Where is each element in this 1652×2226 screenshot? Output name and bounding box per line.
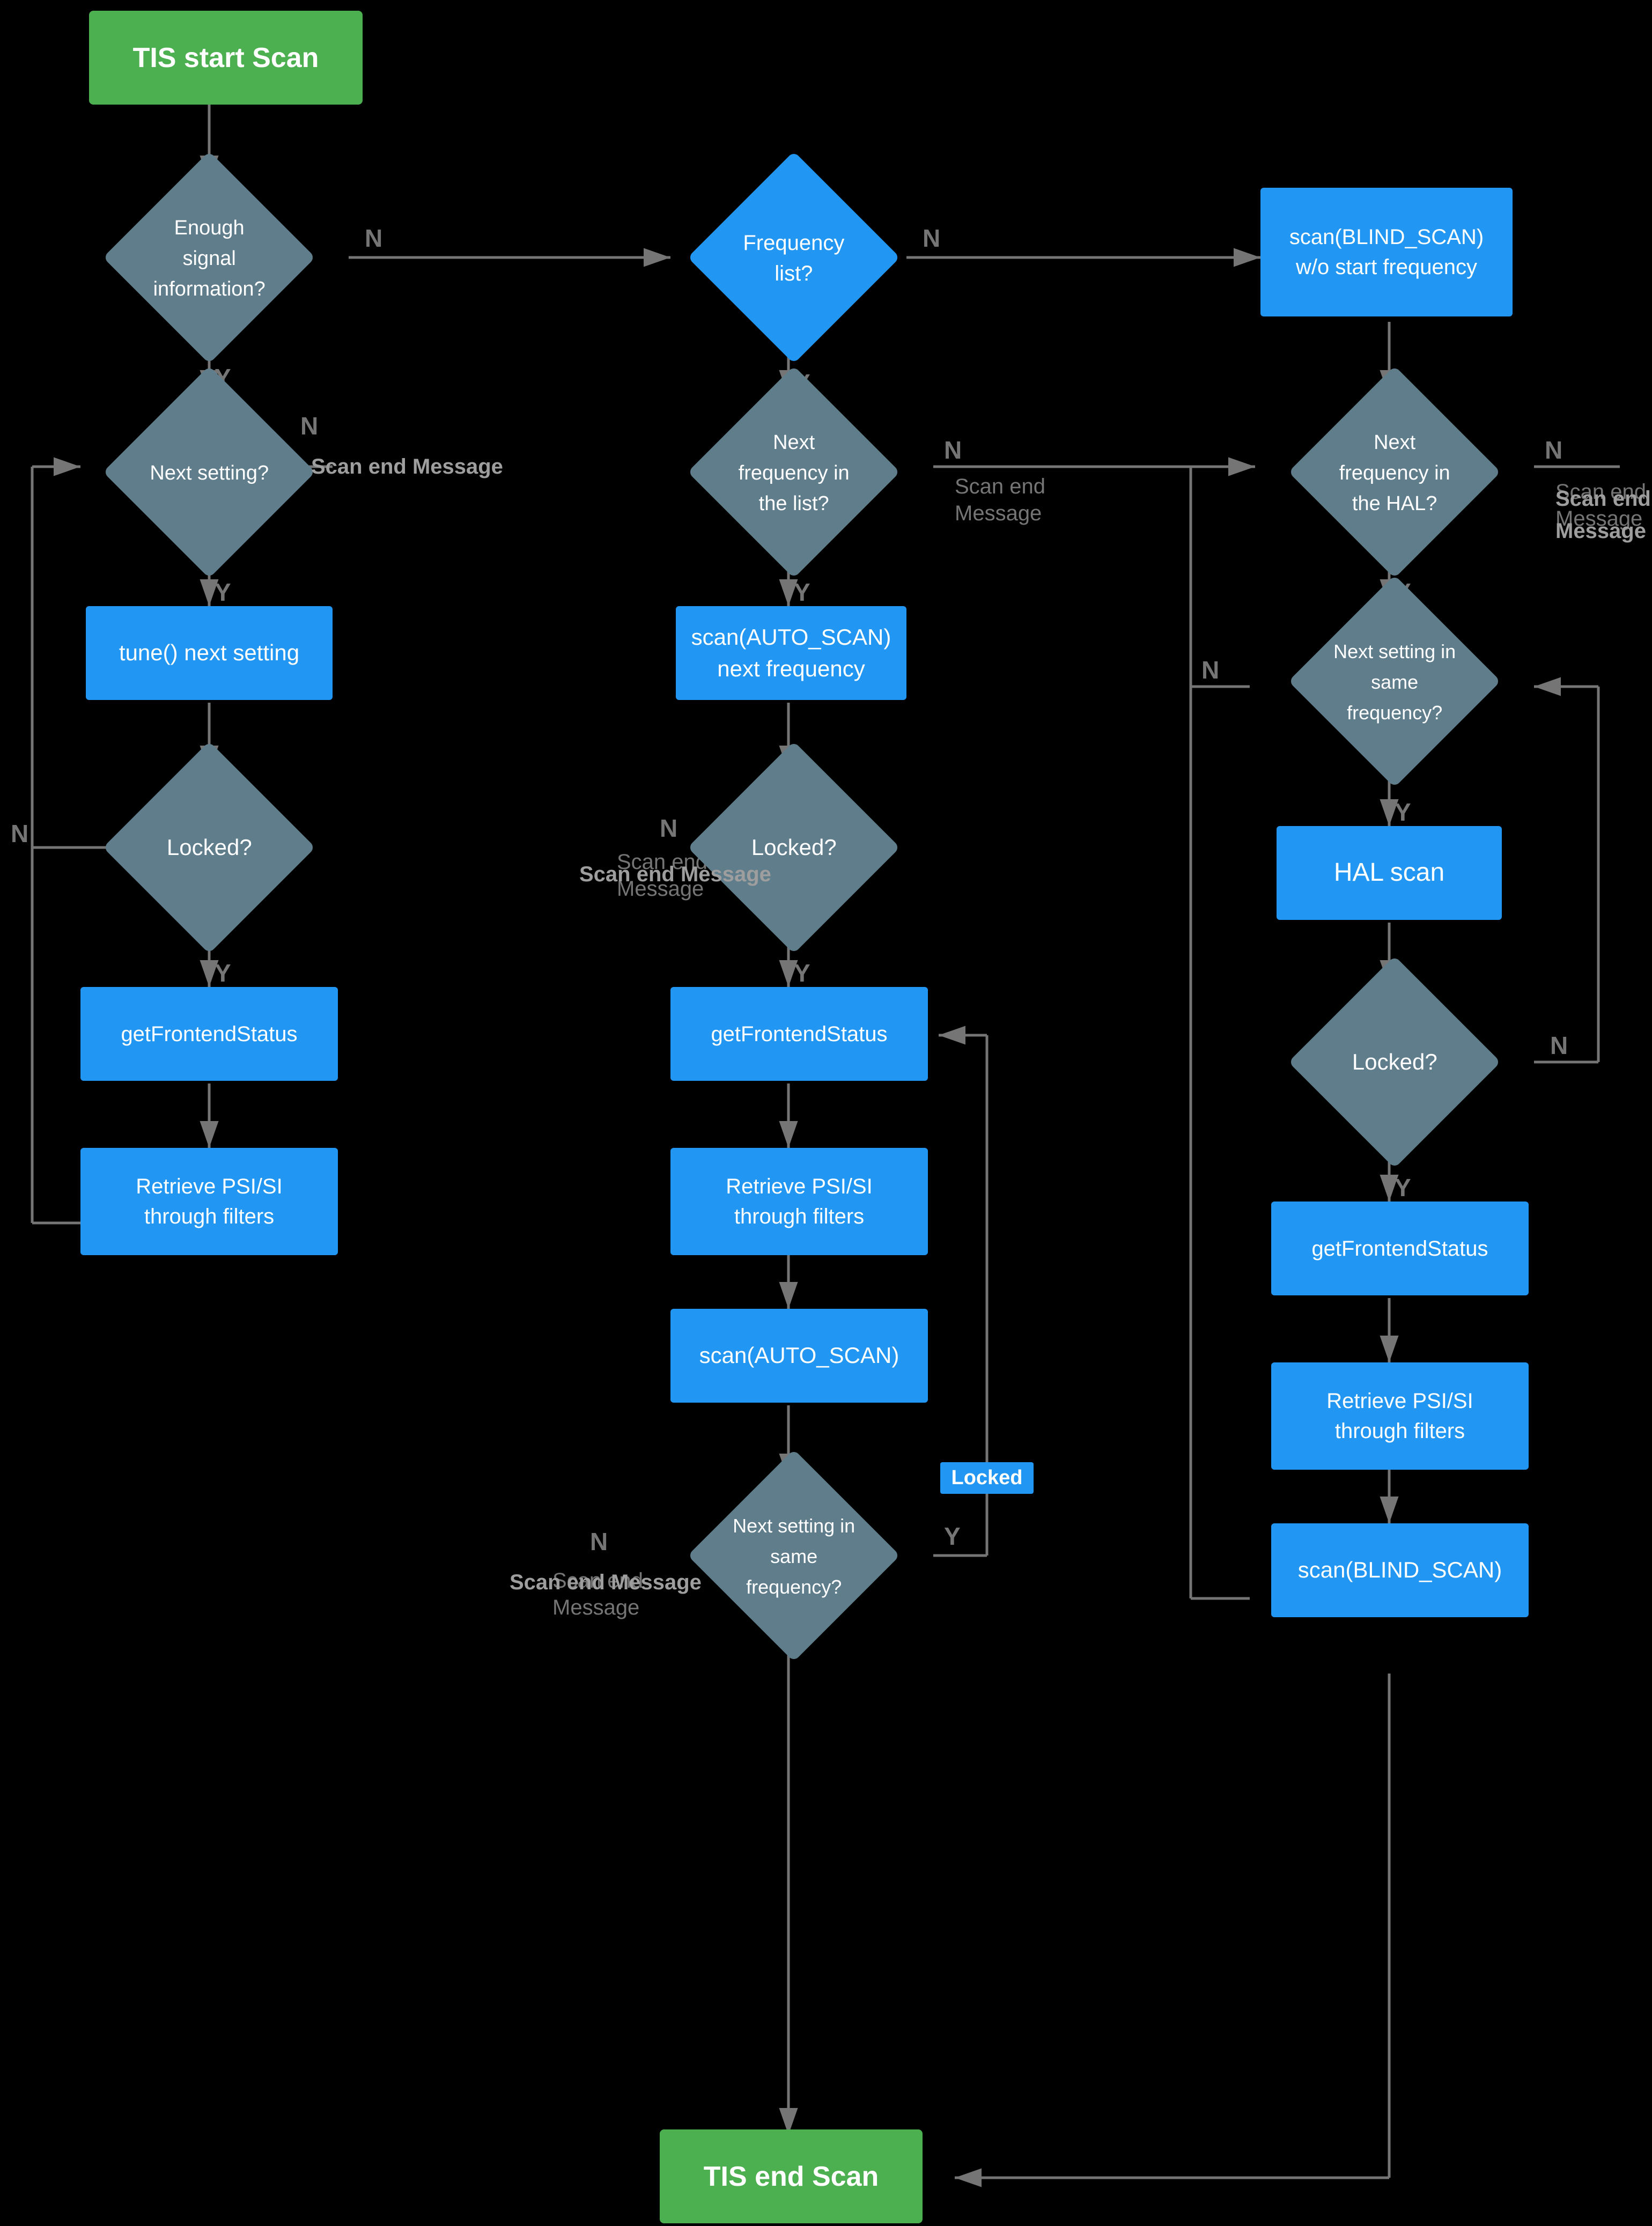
enough-signal-diamond: Enough signal information? [134,182,284,333]
scan-auto2-label: scan(AUTO_SCAN) [699,1341,899,1370]
svg-text:Scan end: Scan end [955,475,1045,498]
retrieve-psi3-label: Retrieve PSI/SI through filters [1290,1386,1509,1446]
get-frontend3-node: getFrontendStatus [1271,1202,1529,1295]
svg-text:N: N [1545,436,1562,464]
get-frontend3-label: getFrontendStatus [1311,1235,1488,1263]
next-setting-same-freq-hal-label: Next setting in same frequency? [1333,640,1456,724]
get-frontend1-node: getFrontendStatus [80,987,338,1081]
hal-scan-node: HAL scan [1277,826,1502,920]
scan-end-msg-4: Scan end Message [1555,483,1652,547]
scan-end-msg-4-label: Scan end Message [1555,487,1651,543]
tune-next-node: tune() next setting [86,606,333,700]
retrieve-psi1-label: Retrieve PSI/SI through filters [100,1171,319,1232]
blind-scan-wo-start-node: scan(BLIND_SCAN) w/o start frequency [1260,188,1513,316]
enough-signal-label: Enough signal information? [153,217,265,300]
svg-text:Y: Y [794,959,810,987]
scan-blind2-node: scan(BLIND_SCAN) [1271,1523,1529,1617]
locked1-diamond: Locked? [134,772,284,923]
svg-text:N: N [300,412,318,440]
retrieve-psi3-node: Retrieve PSI/SI through filters [1271,1362,1529,1470]
svg-text:N: N [660,814,677,842]
svg-text:N: N [923,224,940,252]
svg-text:Y: Y [944,1522,961,1550]
end-node: TIS end Scan [660,2129,923,2223]
scan-end-msg-2-label: Scan end Message [579,863,771,886]
svg-text:Y: Y [1395,1174,1411,1202]
blind-scan-wo-start-label: scan(BLIND_SCAN) w/o start frequency [1280,222,1493,282]
get-frontend2-node: getFrontendStatus [670,987,928,1081]
locked3-diamond: Locked? [1319,987,1470,1137]
scan-end-msg-3-label: Scan end Message [510,1571,702,1594]
scan-auto2-node: scan(AUTO_SCAN) [670,1309,928,1403]
next-freq-hal-diamond: Next frequency in the HAL? [1319,397,1470,547]
scan-end-msg-1-label: Scan end Message [311,455,503,478]
scan-auto-next-node: scan(AUTO_SCAN) next frequency [676,606,906,700]
locked-badge-label: Locked [951,1466,1022,1489]
next-setting-label: Next setting? [150,462,269,484]
locked-badge: Locked [944,1459,1030,1497]
svg-text:Y: Y [1395,798,1411,826]
next-setting-diamond: Next setting? [134,397,284,547]
svg-text:N: N [590,1528,608,1556]
svg-text:Message: Message [955,502,1042,525]
scan-end-msg-3: Scan end Message [510,1566,702,1598]
scan-end-msg-2: Scan end Message [579,858,771,890]
scan-auto-next-label: scan(AUTO_SCAN) next frequency [691,622,891,685]
retrieve-psi1-node: Retrieve PSI/SI through filters [80,1148,338,1255]
locked2-label: Locked? [751,835,837,860]
scan-blind2-label: scan(BLIND_SCAN) [1298,1556,1502,1585]
tune-next-label: tune() next setting [119,638,299,668]
start-node: TIS start Scan [89,11,363,105]
svg-text:Message: Message [552,1596,639,1619]
start-label: TIS start Scan [133,42,319,74]
frequency-list-diamond: Frequency list? [719,182,869,333]
next-freq-list-diamond: Next frequency in the list? [719,397,869,547]
locked2-diamond: Locked? [719,772,869,923]
retrieve-psi2-label: Retrieve PSI/SI through filters [690,1171,909,1232]
svg-text:N: N [11,820,28,847]
svg-text:Y: Y [794,578,810,606]
retrieve-psi2-node: Retrieve PSI/SI through filters [670,1148,928,1255]
locked1-label: Locked? [167,835,252,860]
svg-text:N: N [1550,1031,1568,1059]
svg-text:N: N [1201,656,1219,684]
svg-text:N: N [944,436,962,464]
svg-text:Y: Y [215,959,231,987]
next-setting-same-freq2-diamond: Next setting in same frequency? [719,1480,869,1631]
next-setting-same-freq2-label: Next setting in same frequency? [733,1515,855,1598]
svg-text:N: N [365,224,382,252]
next-freq-hal-label: Next frequency in the HAL? [1339,431,1450,515]
end-label: TIS end Scan [704,2161,879,2193]
get-frontend1-label: getFrontendStatus [121,1020,297,1048]
get-frontend2-label: getFrontendStatus [711,1020,887,1048]
next-freq-list-label: Next frequency in the list? [738,431,849,515]
svg-text:Y: Y [215,578,231,606]
frequency-list-label: Frequency list? [743,231,845,285]
scan-end-msg-1: Scan end Message [311,451,503,483]
next-setting-same-freq-hal-diamond: Next setting in same frequency? [1319,606,1470,756]
hal-scan-label: HAL scan [1334,856,1444,889]
locked3-label: Locked? [1352,1049,1437,1074]
